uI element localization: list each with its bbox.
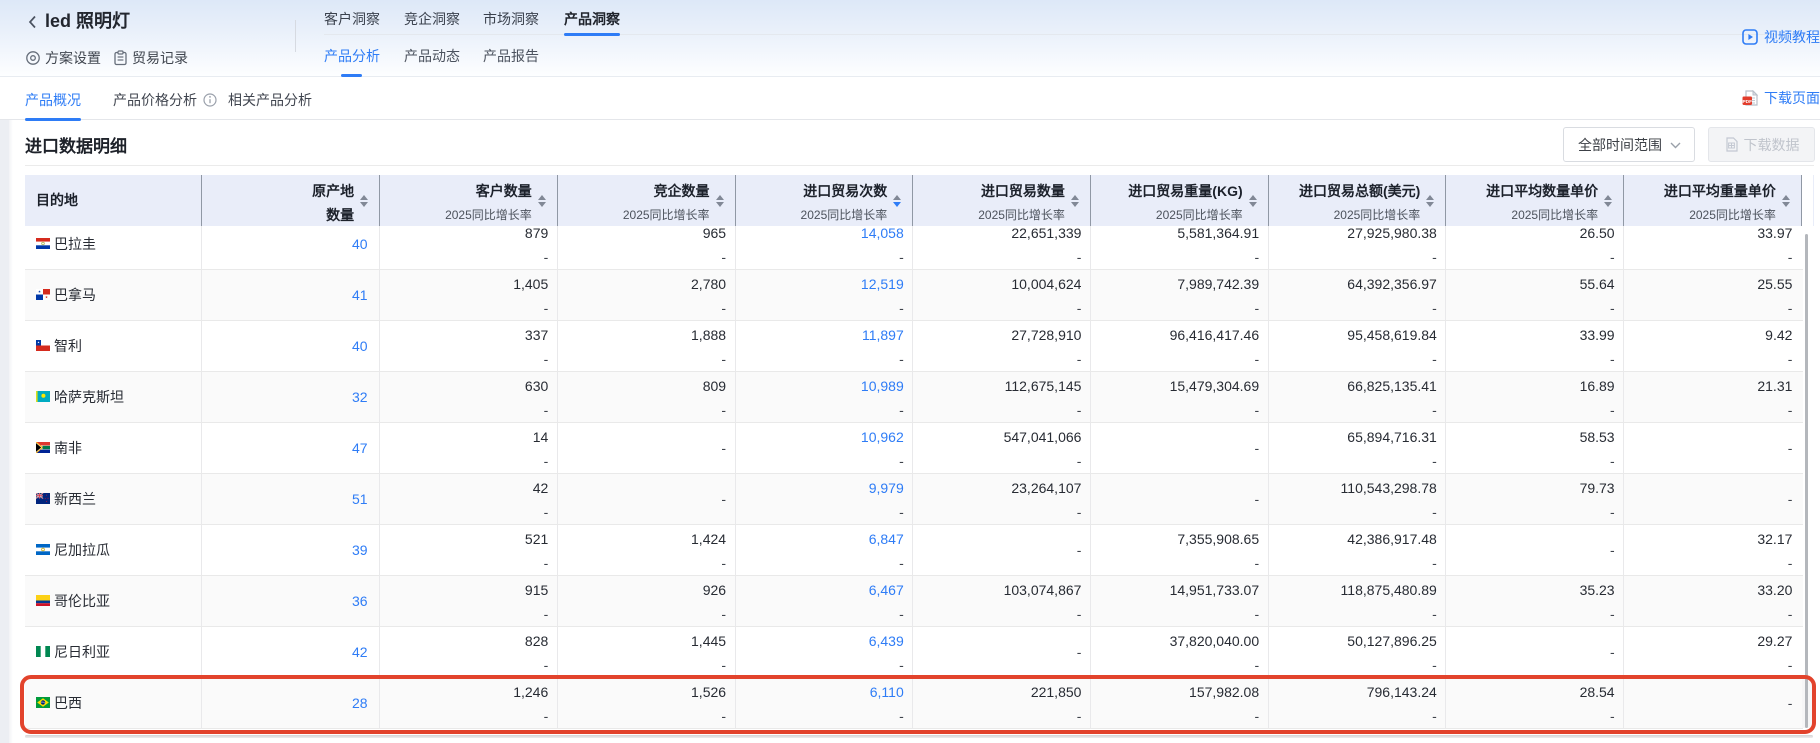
svg-text:PDF: PDF [1742, 98, 1752, 104]
